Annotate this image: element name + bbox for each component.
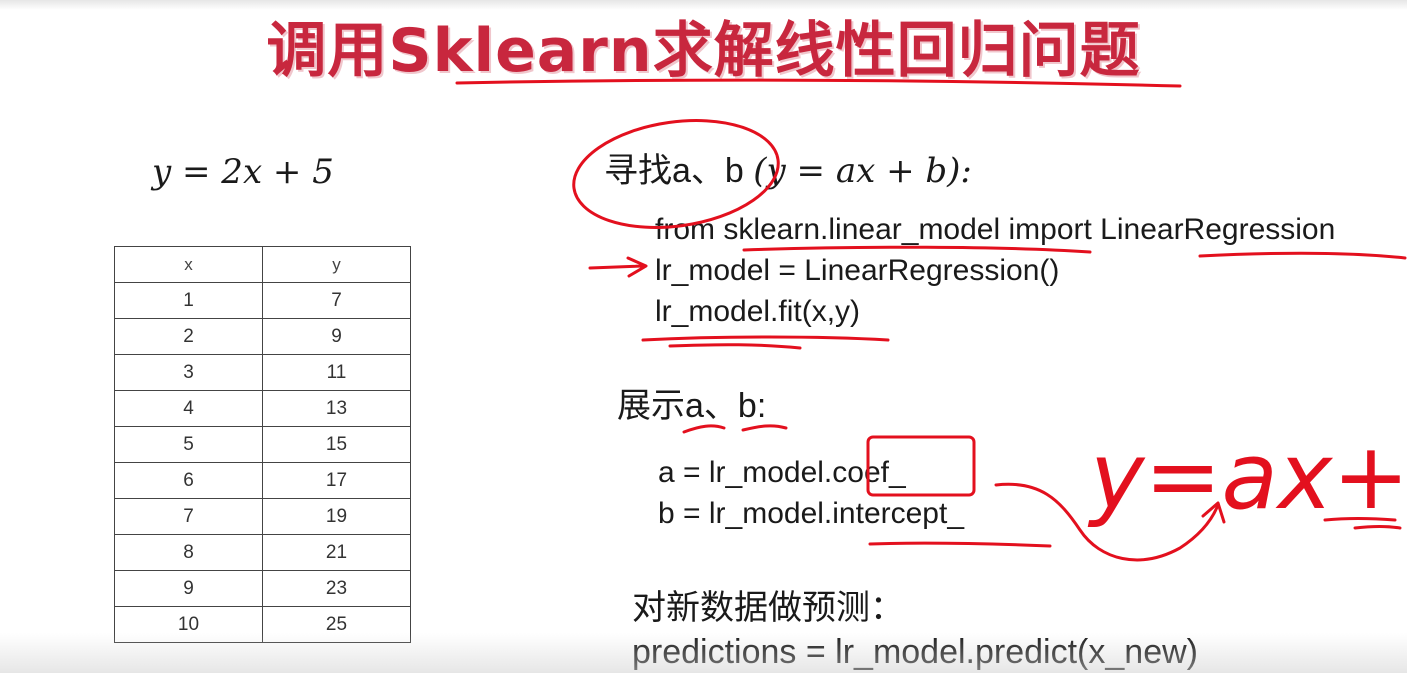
cell-x: 8 [114,534,263,571]
code-line-intercept: b = lr_model.intercept_ [658,497,965,530]
show-ab-heading: 展示a、b: [617,387,767,425]
slide: 调用Sklearn求解线性回归问题 y = 2x + 5 x y 1 7 2 9 3 11… [0,0,1407,673]
cell-x: 10 [114,606,263,643]
handwritten-b-underline-2 [1353,525,1402,530]
code-line-model: lr_model = LinearRegression() [655,254,1060,287]
cell-x: 7 [114,498,263,535]
intercept-underline [868,541,1052,548]
table-row: 10 25 [114,606,411,643]
table-row: 6 17 [114,462,411,499]
handwritten-b-underline [1323,517,1397,522]
code-line-import: from sklearn.linear_model import LinearR… [655,213,1336,246]
connector-curve [994,482,1220,562]
cell-x: 3 [114,354,263,391]
table-row: 29 [114,318,411,355]
cell-y: 9 [262,318,411,355]
table-row: 8 21 [114,534,411,571]
code-line-fit: lr_model.fit(x,y) [655,295,861,328]
cell-y: 23 [262,570,411,607]
fit-code-block: from sklearn.linear_model import LinearR… [655,209,1335,332]
handwritten-equation: y=ax+b [1087,423,1407,530]
table-row: 5 15 [114,426,411,463]
find-ab-text: 寻找a、b [604,152,744,190]
table-row: 7 19 [114,498,411,535]
cell-y: 21 [262,534,411,571]
find-ab-heading: 寻找a、b (y = ax + b): [604,143,972,192]
show-code-block: a = lr_model.coef_ b = lr_model.intercep… [658,452,964,534]
connector-arrowhead [1201,501,1226,524]
cell-y: 15 [262,426,411,463]
cell-x: 5 [114,426,263,463]
code-line-predict: predictions = lr_model.predict(x_new) [632,633,1198,671]
fit-underline-2 [668,343,802,350]
find-ab-math: (y = ax + b): [753,151,972,191]
fit-underline-1 [641,335,890,342]
cell-y: 7 [262,282,411,319]
cell-y: 11 [262,354,411,391]
table-header-row: x y [114,246,411,283]
header-x: x [114,246,263,283]
data-table: x y 1 7 2 9 3 11 4 13 5 15 6 17 7 19 8 21 9 23 10 25 [114,246,411,643]
cell-y: 19 [262,498,411,535]
header-y: y [262,246,411,283]
cell-y: 13 [262,390,411,427]
code-line-coef: a = lr_model.coef_ [658,456,906,489]
cell-y: 17 [262,462,411,499]
predict-section: 对新数据做预测： predictions = lr_model.predict(… [632,586,1198,673]
example-formula: y = 2x + 5 [152,152,334,192]
table-row: 4 13 [114,390,411,427]
table-row: 9 23 [114,570,411,607]
cell-y: 25 [262,606,411,643]
predict-heading: 对新数据做预测： [632,589,904,627]
cell-x: 9 [114,570,263,607]
table-row: 17 [114,282,411,319]
cell-x: 2 [114,318,263,355]
cell-x: 4 [114,390,263,427]
slide-title: 调用Sklearn求解线性回归问题 [266,16,1141,86]
table-row: 3 11 [114,354,411,391]
model-line-arrow [588,256,648,278]
cell-x: 1 [114,282,263,319]
cell-x: 6 [114,462,263,499]
